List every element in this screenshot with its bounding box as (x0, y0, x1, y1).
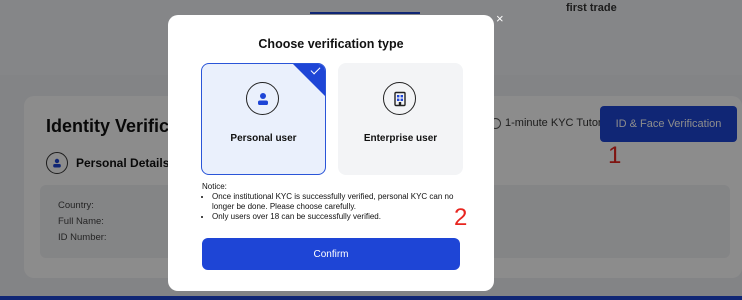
notice-item: Once institutional KYC is successfully v… (212, 192, 472, 212)
notice-list: Once institutional KYC is successfully v… (202, 192, 472, 222)
annotation-2: 2 (454, 204, 468, 231)
confirm-button[interactable]: Confirm (202, 238, 460, 270)
close-icon[interactable]: × (496, 12, 504, 25)
option-enterprise-user[interactable]: Enterprise user (338, 63, 463, 175)
selected-corner (292, 64, 325, 97)
modal-title: Choose verification type (258, 37, 404, 51)
option-personal-user[interactable]: Personal user (201, 63, 326, 175)
notice-heading: Notice: (202, 182, 227, 191)
building-icon (383, 82, 416, 115)
personal-user-label: Personal user (230, 133, 297, 144)
verification-type-modal: Choose verification type Personal user E… (168, 15, 494, 291)
notice-section: Notice: Once institutional KYC is succes… (202, 182, 472, 222)
enterprise-user-label: Enterprise user (363, 133, 438, 144)
notice-item: Only users over 18 can be successfully v… (212, 212, 472, 222)
person-icon (246, 82, 279, 115)
